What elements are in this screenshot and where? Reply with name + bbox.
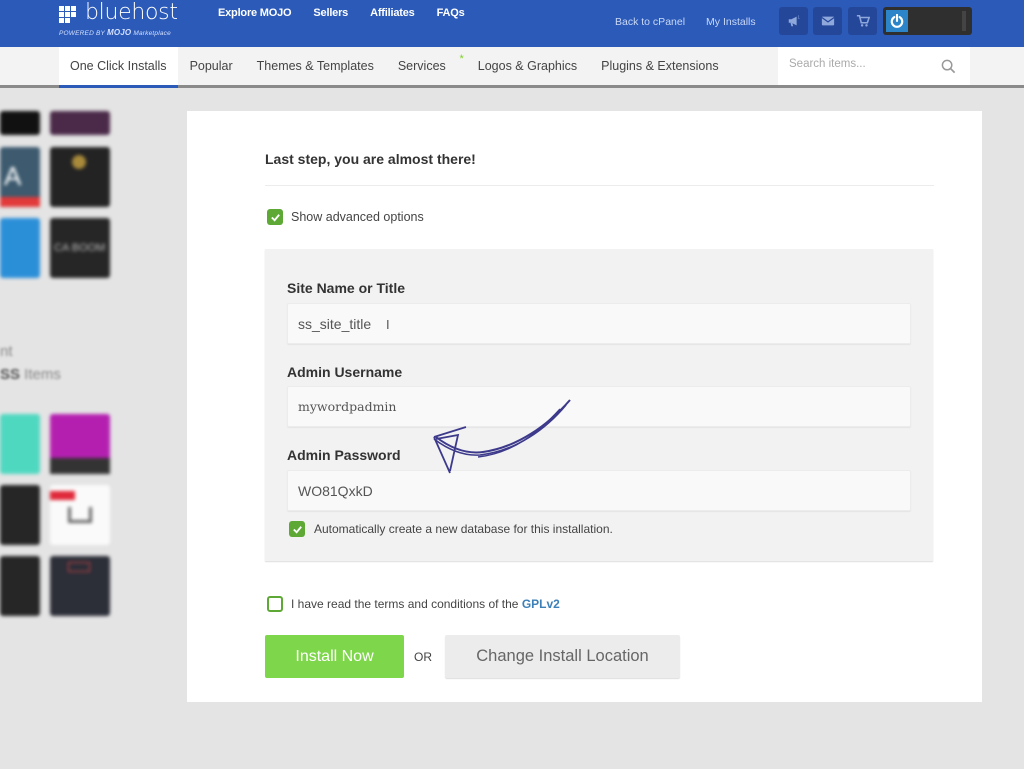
mail-icon — [821, 16, 834, 26]
show-advanced-label[interactable]: Show advanced options — [291, 210, 424, 224]
site-name-label: Site Name or Title — [287, 280, 406, 296]
sidebar-count-bold: SS — [0, 366, 21, 383]
category-nav: One Click Installs Popular Themes & Temp… — [0, 47, 1024, 88]
sidebar-count-rest: Items — [20, 366, 61, 383]
tab-services-label: Services — [397, 59, 446, 73]
auto-database-checkbox[interactable] — [289, 521, 305, 537]
theme-thumbnail[interactable] — [50, 111, 110, 135]
tab-one-click-installs[interactable]: One Click Installs — [59, 47, 178, 88]
svg-text:1: 1 — [797, 14, 800, 19]
admin-password-field[interactable] — [287, 470, 911, 511]
tagline-suffix: Marketplace — [133, 30, 171, 37]
sidebar-count-text: SS Items — [0, 366, 61, 383]
theme-thumbnail[interactable]: CA BOOM — [50, 218, 110, 278]
megaphone-icon: 1 — [788, 14, 800, 27]
category-tabs: One Click Installs Popular Themes & Temp… — [59, 47, 731, 88]
admin-username-label: Admin Username — [287, 364, 403, 380]
theme-thumbnail[interactable] — [50, 147, 110, 207]
nav-affiliates[interactable]: Affiliates — [370, 7, 415, 19]
nav-sellers[interactable]: Sellers — [313, 7, 348, 19]
tab-logos-graphics[interactable]: Logos & Graphics — [466, 47, 589, 88]
tab-plugins-extensions[interactable]: Plugins & Extensions — [589, 47, 730, 88]
theme-thumbnail[interactable]: A — [0, 147, 40, 207]
cart-icon — [856, 14, 870, 27]
site-name-input[interactable] — [288, 304, 910, 343]
theme-thumbnail[interactable] — [50, 414, 110, 474]
logo-wordmark: bluehost — [85, 0, 178, 25]
logo-tagline: POWERED BY MOJO Marketplace — [59, 28, 171, 37]
annotation-arrow-icon — [433, 399, 571, 474]
theme-thumbnail[interactable] — [0, 485, 40, 545]
theme-thumbnail[interactable] — [0, 218, 40, 278]
account-menu[interactable] — [883, 7, 972, 35]
nav-faqs[interactable]: FAQs — [437, 7, 465, 19]
install-now-button[interactable]: Install Now — [265, 635, 404, 678]
checkmark-icon — [292, 525, 302, 534]
tagline-brand: MOJO — [106, 28, 132, 37]
cart-button[interactable] — [848, 7, 877, 35]
gplv2-link[interactable]: GPLv2 — [522, 597, 560, 611]
top-links: Back to cPanel My Installs — [615, 16, 756, 28]
divider — [265, 185, 934, 186]
step-heading: Last step, you are almost there! — [265, 151, 476, 167]
change-install-location-button[interactable]: Change Install Location — [445, 635, 680, 678]
or-separator: OR — [414, 650, 432, 664]
logo-grid-icon — [59, 6, 78, 23]
terms-label: I have read the terms and conditions of … — [291, 597, 560, 611]
show-advanced-checkbox[interactable] — [267, 209, 283, 225]
top-bar: bluehost POWERED BY MOJO Marketplace Exp… — [0, 0, 1024, 47]
bluehost-logo[interactable]: bluehost POWERED BY MOJO Marketplace — [59, 0, 209, 40]
power-icon[interactable] — [886, 10, 908, 32]
admin-password-label: Admin Password — [287, 447, 401, 463]
text-cursor-icon: I — [386, 317, 390, 332]
checkmark-icon — [270, 213, 280, 222]
search-box — [778, 47, 970, 85]
install-form-card: Last step, you are almost there! Show ad… — [187, 111, 982, 702]
notifications-button[interactable]: 1 — [779, 7, 808, 35]
theme-thumbnail[interactable] — [0, 111, 40, 135]
top-nav: Explore MOJO Sellers Affiliates FAQs — [218, 7, 465, 19]
tab-themes-templates[interactable]: Themes & Templates — [245, 47, 386, 88]
theme-thumbnail[interactable] — [0, 414, 40, 474]
terms-checkbox[interactable] — [267, 596, 283, 612]
my-installs-link[interactable]: My Installs — [706, 16, 756, 28]
tagline-prefix: POWERED BY — [59, 30, 105, 37]
new-star-icon: * — [459, 53, 464, 65]
nav-explore-mojo[interactable]: Explore MOJO — [218, 7, 292, 19]
search-icon[interactable] — [941, 59, 956, 74]
terms-text: I have read the terms and conditions of … — [291, 597, 519, 611]
advanced-options-panel: Site Name or Title I Admin Username Admi… — [265, 249, 933, 561]
back-to-cpanel-link[interactable]: Back to cPanel — [615, 16, 685, 28]
admin-password-input[interactable] — [288, 471, 910, 510]
account-scrollbar — [962, 11, 966, 31]
site-name-field[interactable]: I — [287, 303, 911, 344]
tab-popular[interactable]: Popular — [178, 47, 245, 88]
admin-username-field[interactable] — [287, 386, 911, 427]
theme-thumbnail[interactable] — [50, 485, 110, 545]
theme-thumbnail[interactable] — [0, 556, 40, 616]
admin-username-input[interactable] — [288, 387, 910, 426]
sidebar-text: nt — [0, 343, 13, 360]
theme-thumbnail[interactable] — [50, 556, 110, 616]
search-input[interactable] — [789, 58, 939, 70]
auto-database-label[interactable]: Automatically create a new database for … — [314, 522, 613, 536]
tab-services[interactable]: Services * — [386, 47, 466, 88]
messages-button[interactable] — [813, 7, 842, 35]
